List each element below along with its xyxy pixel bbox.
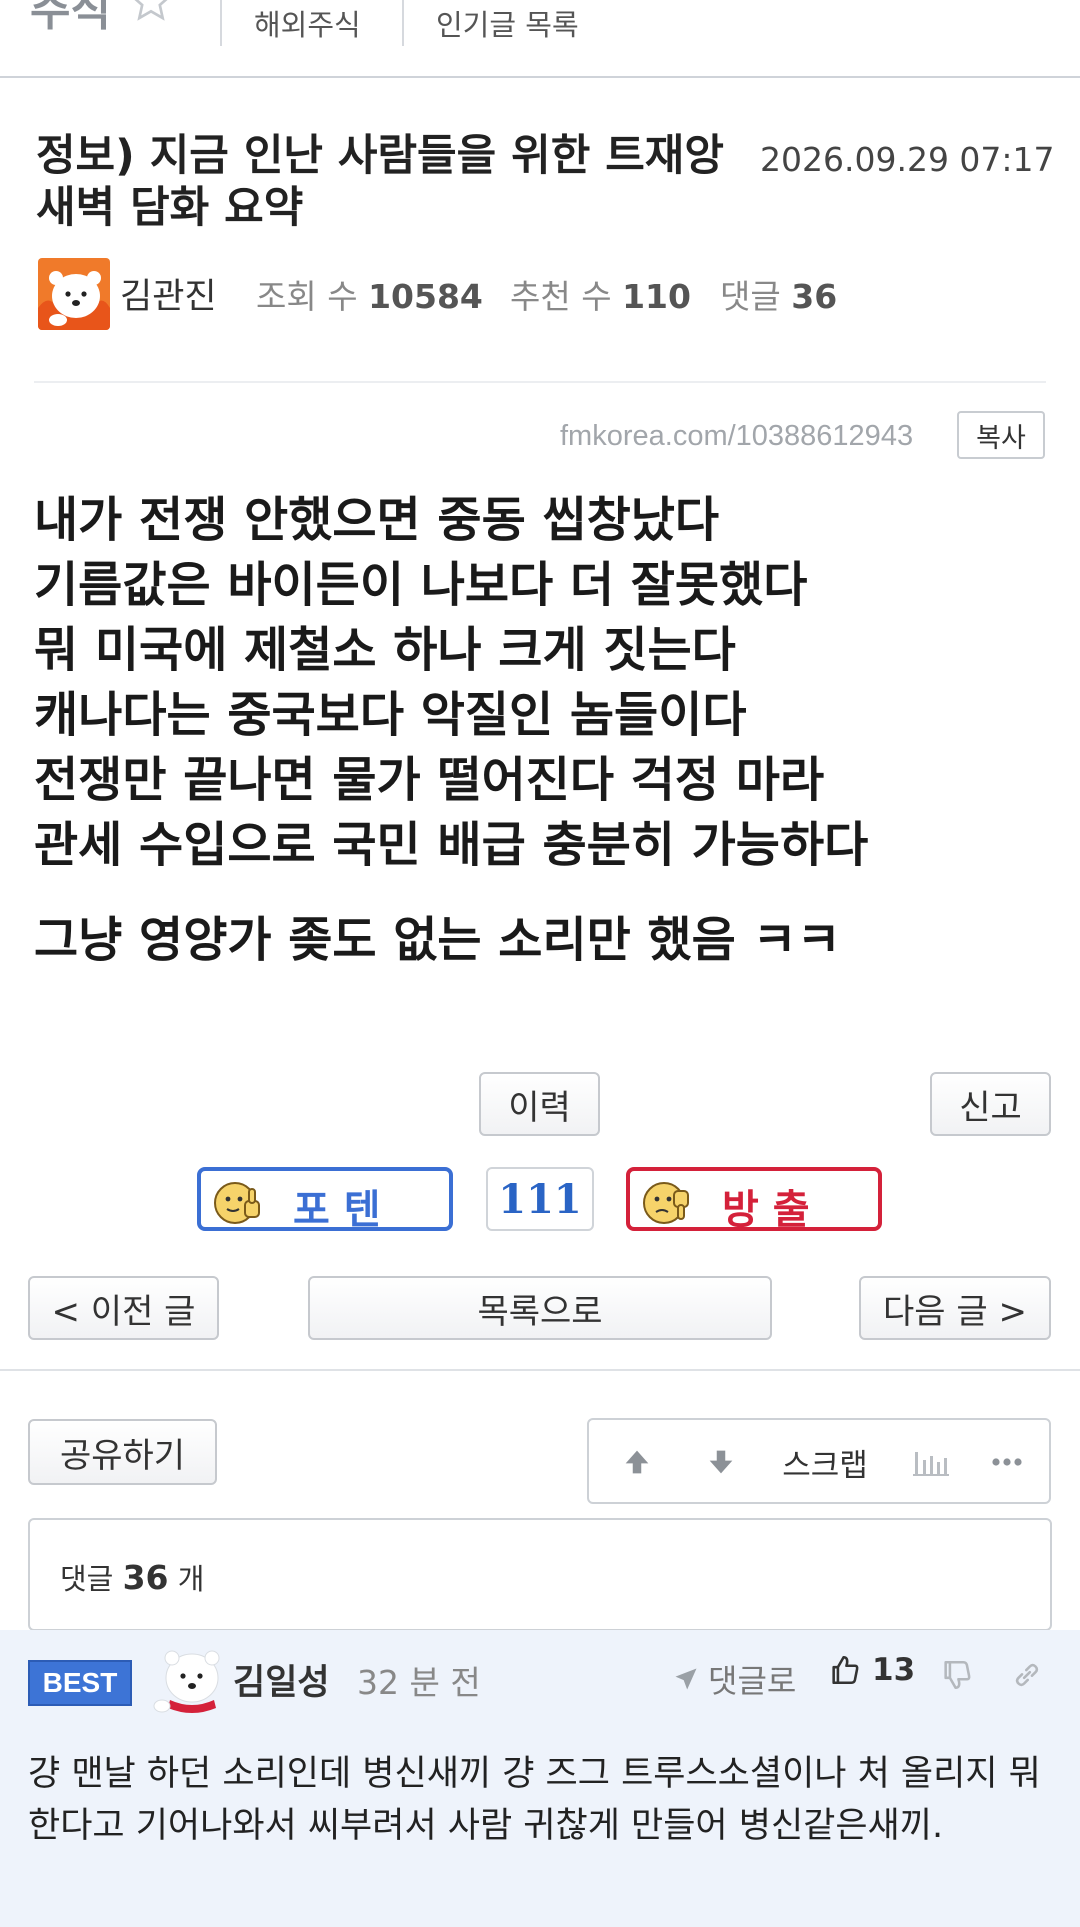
vote-count: 111 bbox=[486, 1167, 594, 1231]
comment-count-value: 36 bbox=[122, 1558, 169, 1597]
post-toolbar: 스크랩 bbox=[587, 1418, 1051, 1504]
scrap-button[interactable]: 스크랩 bbox=[765, 1420, 885, 1504]
comment-time: 32 분 전 bbox=[357, 1663, 481, 1702]
view-count-value: 10584 bbox=[368, 277, 483, 316]
more-options-button[interactable] bbox=[975, 1420, 1039, 1504]
comment-count-suffix: 개 bbox=[177, 1562, 205, 1596]
thumbs-up-face-icon bbox=[214, 1182, 260, 1224]
comment-text: 걍 맨날 하던 소리인데 병신새끼 걍 즈그 트루스소셜이나 처 올리지 뭐한다… bbox=[28, 1754, 1041, 1846]
scroll-up-button[interactable] bbox=[605, 1420, 669, 1504]
prev-post-button[interactable]: < 이전 글 bbox=[28, 1276, 219, 1340]
arrow-down-icon bbox=[709, 1450, 733, 1474]
history-button[interactable]: 이력 bbox=[479, 1072, 600, 1136]
post-body-line: 관세 수입으로 국민 배급 충분히 가능하다 bbox=[34, 817, 869, 873]
post-date: 2026.09.29 07:17 bbox=[760, 140, 1055, 179]
share-button[interactable]: 공유하기 bbox=[28, 1419, 217, 1485]
recommend-count-value: 110 bbox=[622, 277, 691, 316]
upvote-label: 포 텐 bbox=[293, 1187, 381, 1233]
comment-count-stat: 댓글 36 bbox=[720, 270, 837, 318]
board-nav: 주식 해외주식 인기글 목록 bbox=[0, 0, 1080, 78]
comment-count: 댓글 36 개 bbox=[60, 1556, 204, 1598]
view-count-label: 조회 수 bbox=[256, 277, 358, 316]
thumbs-up-icon bbox=[832, 1655, 859, 1685]
nav-divider bbox=[220, 0, 222, 46]
comment-author-avatar[interactable] bbox=[152, 1646, 228, 1716]
author-avatar[interactable] bbox=[38, 258, 110, 330]
post-body-line: 내가 전쟁 안했으면 중동 씹창났다 bbox=[34, 492, 720, 548]
post-url[interactable]: fmkorea.com/10388612943 bbox=[560, 420, 913, 453]
comment-count-box: 댓글 36 개 bbox=[28, 1518, 1052, 1631]
thumbs-down-icon[interactable] bbox=[940, 1658, 974, 1692]
post-body-spacer bbox=[34, 878, 1044, 908]
section-divider bbox=[0, 1369, 1080, 1371]
nav-divider bbox=[402, 0, 404, 46]
comment-like-button[interactable]: 13 bbox=[828, 1652, 915, 1688]
upvote-button[interactable]: 포 텐 bbox=[197, 1167, 453, 1233]
nav-link-overseas-stocks[interactable]: 해외주식 bbox=[254, 2, 361, 44]
header-divider bbox=[34, 381, 1046, 383]
post-body-line: 기름값은 바이든이 나보다 더 잘못했다 bbox=[34, 557, 808, 613]
comment-like-count: 13 bbox=[872, 1652, 916, 1688]
bar-chart-icon bbox=[913, 1452, 949, 1476]
scroll-down-button[interactable] bbox=[689, 1420, 753, 1504]
post-title: 정보) 지금 인난 사람들을 위한 트재앙 새벽 담화 요약 bbox=[36, 131, 724, 233]
comment-author[interactable]: 김일성 bbox=[233, 1654, 330, 1705]
post-body-line: 전쟁만 끝나면 물가 떨어진다 걱정 마라 bbox=[34, 752, 825, 808]
view-count: 조회 수 10584 bbox=[256, 270, 483, 318]
reply-button[interactable]: 댓글로 bbox=[672, 1656, 796, 1702]
thumbs-down-face-icon bbox=[643, 1182, 689, 1224]
best-badge: BEST bbox=[28, 1660, 132, 1706]
nav-link-popular-list[interactable]: 인기글 목록 bbox=[436, 2, 579, 44]
recommend-count: 추천 수 110 bbox=[510, 270, 691, 318]
ellipsis-icon bbox=[992, 1458, 1022, 1466]
downvote-label: 방 출 bbox=[722, 1187, 810, 1233]
post-body-line: 캐나다는 중국보다 악질인 놈들이다 bbox=[34, 687, 747, 743]
post-body-closing-line: 그냥 영양가 좆도 없는 소리만 했음 ㅋㅋ bbox=[34, 912, 841, 968]
stats-button[interactable] bbox=[899, 1420, 963, 1504]
reply-label: 댓글로 bbox=[708, 1662, 797, 1700]
copy-url-button[interactable]: 복사 bbox=[957, 411, 1045, 459]
report-button[interactable]: 신고 bbox=[930, 1072, 1051, 1136]
arrow-up-icon bbox=[625, 1450, 649, 1474]
back-to-list-button[interactable]: 목록으로 bbox=[308, 1276, 772, 1340]
next-post-button[interactable]: 다음 글 > bbox=[859, 1276, 1051, 1340]
star-icon[interactable] bbox=[128, 0, 174, 24]
best-comment: BEST 김일성 32 분 전 댓글로 13 걍 맨날 하던 소리인데 병신새끼… bbox=[0, 1630, 1080, 1927]
comment-count-stat-value: 36 bbox=[791, 277, 838, 316]
link-icon[interactable] bbox=[1010, 1658, 1044, 1692]
recommend-count-label: 추천 수 bbox=[510, 277, 612, 316]
comment-count-stat-label: 댓글 bbox=[720, 277, 781, 316]
send-arrow-icon bbox=[675, 1668, 697, 1690]
post-author[interactable]: 김관진 bbox=[120, 268, 217, 319]
board-name[interactable]: 주식 bbox=[30, 0, 111, 38]
downvote-button[interactable]: 방 출 bbox=[626, 1167, 882, 1233]
post-body: 내가 전쟁 안했으면 중동 씹창났다 기름값은 바이든이 나보다 더 잘못했다 … bbox=[34, 488, 1044, 973]
post-body-line: 뭐 미국에 제철소 하나 크게 짓는다 bbox=[34, 622, 736, 678]
comment-count-label: 댓글 bbox=[60, 1562, 114, 1596]
